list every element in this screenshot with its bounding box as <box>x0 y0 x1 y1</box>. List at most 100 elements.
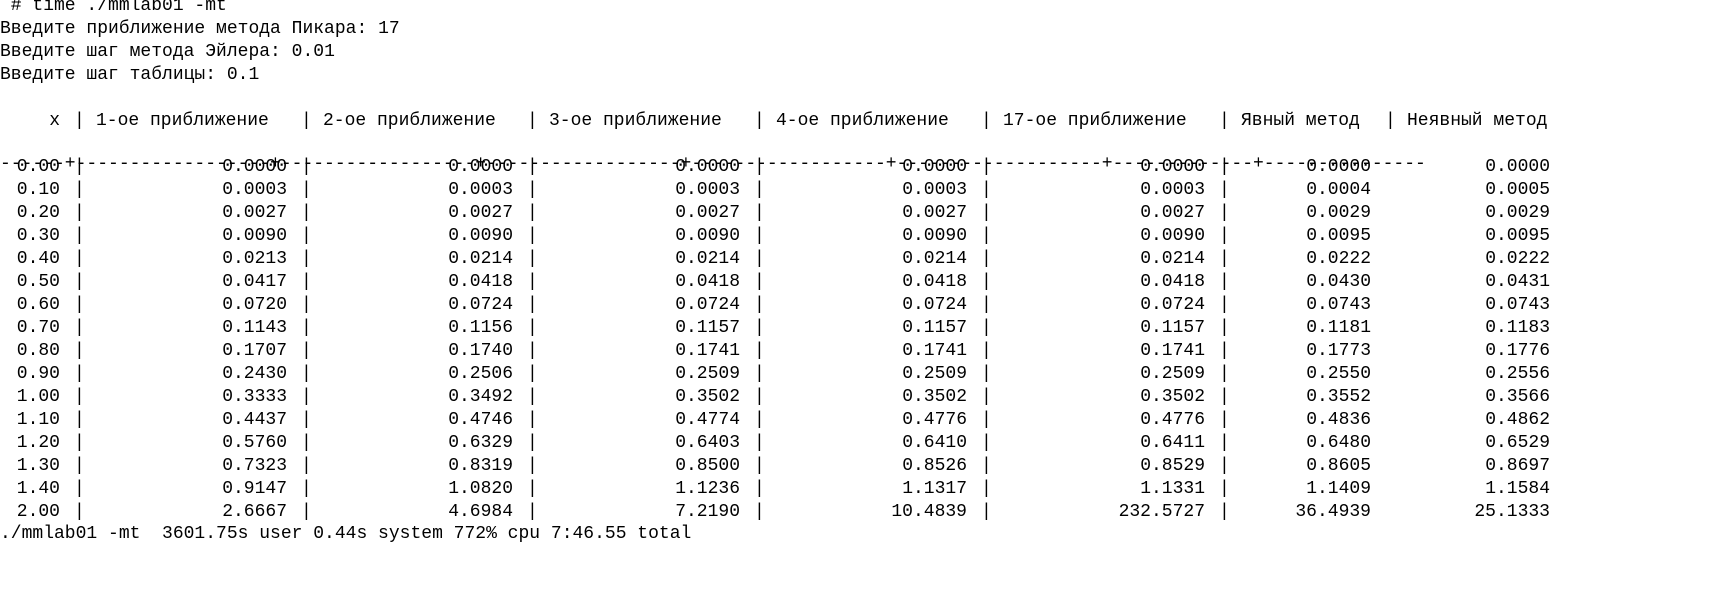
value-cell: 0.0743 <box>1306 295 1371 315</box>
column-separator: | <box>754 364 765 384</box>
value-cell: 0.2509 <box>1140 364 1205 384</box>
column-separator: | <box>301 433 312 453</box>
column-separator: | <box>754 502 765 522</box>
column-separator: | <box>301 456 312 476</box>
value-cell: 0.2430 <box>222 364 287 384</box>
column-separator: | <box>527 157 538 177</box>
column-separator: | <box>74 272 85 292</box>
column-separator: | <box>754 410 765 430</box>
column-separator: | <box>981 364 992 384</box>
column-separator: | <box>527 272 538 292</box>
column-separator: | <box>74 341 85 361</box>
value-cell: 0.0003 <box>1140 180 1205 200</box>
column-separator: | <box>74 295 85 315</box>
column-header: 17-ое приближение <box>1003 111 1187 131</box>
value-cell: 0.3333 <box>222 387 287 407</box>
value-cell: 232.5727 <box>1118 502 1205 522</box>
column-separator: | <box>981 272 992 292</box>
prompt-value: 0.01 <box>291 42 335 62</box>
column-separator: | <box>754 433 765 453</box>
column-separator: | <box>1219 479 1230 499</box>
value-cell: 0.4776 <box>902 410 967 430</box>
column-separator: | <box>981 410 992 430</box>
value-cell: 1.1409 <box>1306 479 1371 499</box>
value-cell: 0.0724 <box>675 295 740 315</box>
x-cell: 0.50 <box>16 272 60 292</box>
table-row: 1.30 0.7323 0.8319 0.8500 0.8526 0.8529 0.8605… <box>0 454 1709 479</box>
column-separator: | <box>527 111 538 131</box>
value-cell: 0.0214 <box>902 249 967 269</box>
value-cell: 10.4839 <box>891 502 967 522</box>
value-cell: 0.0724 <box>1140 295 1205 315</box>
column-separator: | <box>981 203 992 223</box>
column-header: Явный метод <box>1241 111 1360 131</box>
column-separator: | <box>754 341 765 361</box>
x-cell: 0.20 <box>16 203 60 223</box>
value-cell: 0.1740 <box>448 341 513 361</box>
column-separator: | <box>74 111 85 131</box>
value-cell: 0.0029 <box>1485 203 1550 223</box>
column-separator: | <box>74 180 85 200</box>
column-separator: | <box>1219 272 1230 292</box>
value-cell: 0.0004 <box>1306 180 1371 200</box>
value-cell: 0.0090 <box>1140 226 1205 246</box>
column-separator: | <box>1219 502 1230 522</box>
column-separator: | <box>301 387 312 407</box>
value-cell: 0.1157 <box>1140 318 1205 338</box>
value-cell: 0.3502 <box>675 387 740 407</box>
x-cell: 0.70 <box>16 318 60 338</box>
column-separator: | <box>1219 203 1230 223</box>
table-row: 0.60 0.0720 0.0724 0.0724 0.0724 0.0724 0.0743… <box>0 293 1709 318</box>
value-cell: 0.0418 <box>902 272 967 292</box>
column-separator: | <box>981 456 992 476</box>
column-separator: | <box>1219 318 1230 338</box>
table-row: 0.50 0.0417 0.0418 0.0418 0.0418 0.0418 0.0430… <box>0 270 1709 295</box>
column-separator: | <box>1219 249 1230 269</box>
value-cell: 0.0027 <box>902 203 967 223</box>
table-row: 0.30 0.0090 0.0090 0.0090 0.0090 0.0090 0.0095… <box>0 224 1709 249</box>
value-cell: 0.4862 <box>1485 410 1550 430</box>
value-cell: 0.0027 <box>1140 203 1205 223</box>
value-cell: 0.0724 <box>902 295 967 315</box>
value-cell: 0.0095 <box>1306 226 1371 246</box>
column-header: x <box>49 111 60 131</box>
column-separator: | <box>754 111 765 131</box>
column-separator: | <box>981 341 992 361</box>
value-cell: 0.2509 <box>675 364 740 384</box>
column-separator: | <box>981 249 992 269</box>
column-separator: | <box>981 479 992 499</box>
table-row: 1.20 0.5760 0.6329 0.6403 0.6410 0.6411 0.6480… <box>0 431 1709 456</box>
table-header-row: x | 1-ое приближение | 2-ое приближение … <box>0 109 1709 134</box>
x-cell: 1.10 <box>16 410 60 430</box>
column-separator: | <box>527 433 538 453</box>
value-cell: 0.0000 <box>1306 157 1371 177</box>
value-cell: 0.0000 <box>222 157 287 177</box>
column-separator: | <box>1219 433 1230 453</box>
value-cell: 0.0095 <box>1485 226 1550 246</box>
value-cell: 0.0222 <box>1306 249 1371 269</box>
column-separator: | <box>527 479 538 499</box>
value-cell: 0.5760 <box>222 433 287 453</box>
column-separator: | <box>754 226 765 246</box>
column-separator: | <box>527 318 538 338</box>
value-cell: 0.8529 <box>1140 456 1205 476</box>
table-row: 0.90 0.2430 0.2506 0.2509 0.2509 0.2509 0.2550… <box>0 362 1709 387</box>
column-separator: | <box>74 203 85 223</box>
column-separator: | <box>74 456 85 476</box>
column-separator: | <box>1219 387 1230 407</box>
value-cell: 0.8319 <box>448 456 513 476</box>
value-cell: 1.1236 <box>675 479 740 499</box>
value-cell: 0.0003 <box>222 180 287 200</box>
column-separator: | <box>981 295 992 315</box>
column-separator: | <box>527 226 538 246</box>
value-cell: 0.0743 <box>1485 295 1550 315</box>
value-cell: 36.4939 <box>1295 502 1371 522</box>
column-separator: | <box>301 226 312 246</box>
column-separator: | <box>981 111 992 131</box>
column-separator: | <box>527 456 538 476</box>
value-cell: 1.0820 <box>448 479 513 499</box>
value-cell: 0.0003 <box>448 180 513 200</box>
value-cell: 0.0027 <box>448 203 513 223</box>
column-separator: | <box>527 341 538 361</box>
column-separator: | <box>301 180 312 200</box>
